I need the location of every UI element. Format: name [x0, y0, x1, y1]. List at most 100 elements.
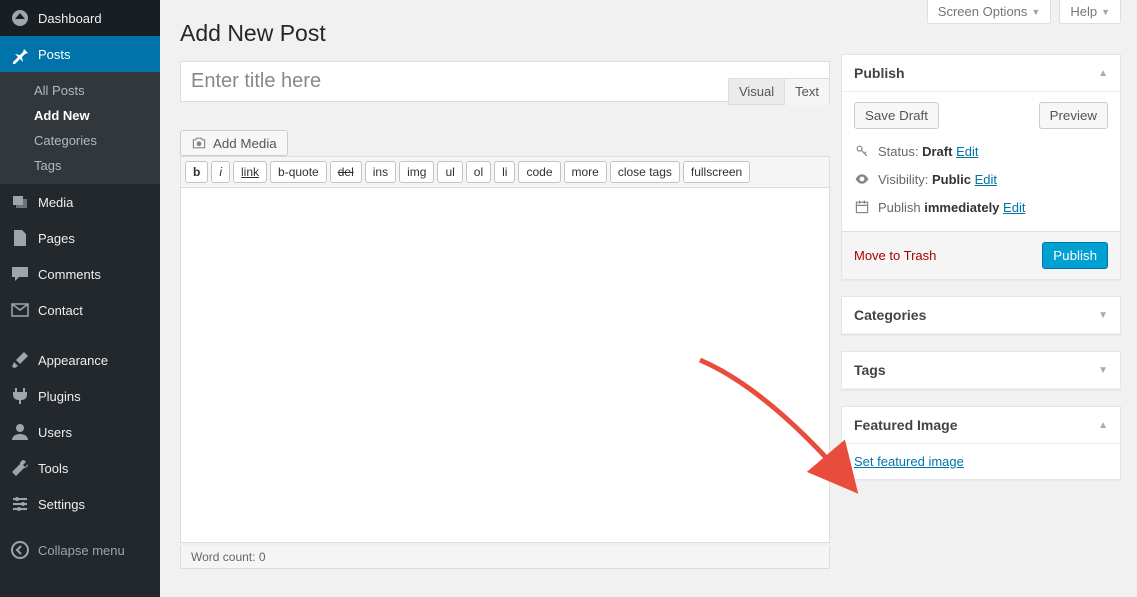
menu-dashboard[interactable]: Dashboard — [0, 0, 160, 36]
menu-posts[interactable]: Posts — [0, 36, 160, 72]
menu-tools[interactable]: Tools — [0, 450, 160, 486]
qt-code[interactable]: code — [518, 161, 560, 183]
submenu-add-new[interactable]: Add New — [0, 103, 160, 128]
submenu-categories[interactable]: Categories — [0, 128, 160, 153]
qt-italic[interactable]: i — [211, 161, 230, 183]
qt-del[interactable]: del — [330, 161, 362, 183]
menu-label: Contact — [38, 303, 83, 318]
submenu-all-posts[interactable]: All Posts — [0, 78, 160, 103]
qt-ol[interactable]: ol — [466, 161, 491, 183]
menu-contact[interactable]: Contact — [0, 292, 160, 328]
tab-visual[interactable]: Visual — [728, 78, 785, 105]
collapse-menu[interactable]: Collapse menu — [0, 532, 160, 568]
set-featured-image-link[interactable]: Set featured image — [854, 454, 964, 469]
submenu-tags[interactable]: Tags — [0, 153, 160, 178]
help-label: Help — [1070, 4, 1097, 19]
editor-mode-tabs: Visual Text — [728, 78, 830, 105]
categories-box: Categories ▼ — [841, 296, 1121, 335]
menu-label: Appearance — [38, 353, 108, 368]
add-media-label: Add Media — [213, 136, 277, 151]
toggle-down-icon: ▼ — [1098, 365, 1108, 376]
status-row: Status: Draft Edit — [854, 137, 1108, 165]
menu-appearance[interactable]: Appearance — [0, 342, 160, 378]
menu-label: Plugins — [38, 389, 81, 404]
brush-icon — [10, 350, 30, 370]
edit-schedule-link[interactable]: Edit — [1003, 200, 1025, 215]
mail-icon — [10, 300, 30, 320]
qt-more[interactable]: more — [564, 161, 607, 183]
tags-heading[interactable]: Tags ▼ — [842, 352, 1120, 389]
menu-media[interactable]: Media — [0, 184, 160, 220]
edit-visibility-link[interactable]: Edit — [975, 172, 997, 187]
publish-button[interactable]: Publish — [1042, 242, 1108, 269]
qt-bquote[interactable]: b-quote — [270, 161, 327, 183]
menu-label: Tools — [38, 461, 68, 476]
media-icon — [10, 192, 30, 212]
tags-box: Tags ▼ — [841, 351, 1121, 390]
qt-bold[interactable]: b — [185, 161, 208, 183]
preview-button[interactable]: Preview — [1039, 102, 1108, 129]
menu-label: Posts — [38, 47, 71, 62]
chevron-down-icon: ▼ — [1101, 7, 1110, 17]
qt-closetags[interactable]: close tags — [610, 161, 680, 183]
toggle-up-icon: ▲ — [1098, 420, 1108, 431]
toggle-up-icon: ▲ — [1098, 68, 1108, 79]
camera-icon — [191, 135, 207, 151]
wordcount-label: Word count: — [191, 550, 255, 564]
add-media-button[interactable]: Add Media — [180, 130, 288, 156]
featured-heading[interactable]: Featured Image ▲ — [842, 407, 1120, 444]
chevron-down-icon: ▼ — [1031, 7, 1040, 17]
calendar-icon — [854, 199, 870, 215]
wrench-icon — [10, 458, 30, 478]
quicktags-toolbar: b i link b-quote del ins img ul ol li co… — [180, 156, 830, 188]
sliders-icon — [10, 494, 30, 514]
visibility-row: Visibility: Public Edit — [854, 165, 1108, 193]
toggle-down-icon: ▼ — [1098, 310, 1108, 321]
menu-label: Media — [38, 195, 73, 210]
page-title: Add New Post — [180, 20, 1117, 47]
pin-icon — [10, 44, 30, 64]
menu-comments[interactable]: Comments — [0, 256, 160, 292]
categories-heading-label: Categories — [854, 307, 926, 323]
collapse-label: Collapse menu — [38, 543, 125, 558]
menu-label: Dashboard — [38, 11, 102, 26]
dashboard-icon — [10, 8, 30, 28]
publish-heading[interactable]: Publish ▲ — [842, 55, 1120, 92]
pages-icon — [10, 228, 30, 248]
menu-pages[interactable]: Pages — [0, 220, 160, 256]
eye-icon — [854, 171, 870, 187]
move-to-trash-link[interactable]: Move to Trash — [854, 248, 936, 263]
menu-users[interactable]: Users — [0, 414, 160, 450]
edit-status-link[interactable]: Edit — [956, 144, 978, 159]
qt-ins[interactable]: ins — [365, 161, 396, 183]
qt-ul[interactable]: ul — [437, 161, 462, 183]
qt-li[interactable]: li — [494, 161, 515, 183]
screen-options-label: Screen Options — [938, 4, 1028, 19]
menu-label: Users — [38, 425, 72, 440]
wordcount-value: 0 — [259, 550, 266, 564]
menu-plugins[interactable]: Plugins — [0, 378, 160, 414]
qt-fullscreen[interactable]: fullscreen — [683, 161, 750, 183]
qt-img[interactable]: img — [399, 161, 434, 183]
publish-box: Publish ▲ Save Draft Preview Status: Dra… — [841, 54, 1121, 280]
admin-sidebar: Dashboard Posts All Posts Add New Catego… — [0, 0, 160, 597]
schedule-row: Publish immediately Edit — [854, 193, 1108, 221]
publish-heading-label: Publish — [854, 65, 905, 81]
menu-settings[interactable]: Settings — [0, 486, 160, 522]
featured-heading-label: Featured Image — [854, 417, 957, 433]
post-content-textarea[interactable] — [180, 188, 830, 543]
tab-text[interactable]: Text — [785, 78, 830, 105]
tags-heading-label: Tags — [854, 362, 886, 378]
comments-icon — [10, 264, 30, 284]
user-icon — [10, 422, 30, 442]
menu-label: Settings — [38, 497, 85, 512]
key-icon — [854, 143, 870, 159]
featured-image-box: Featured Image ▲ Set featured image — [841, 406, 1121, 480]
collapse-icon — [10, 540, 30, 560]
menu-label: Comments — [38, 267, 101, 282]
qt-link[interactable]: link — [233, 161, 267, 183]
posts-submenu: All Posts Add New Categories Tags — [0, 72, 160, 184]
menu-label: Pages — [38, 231, 75, 246]
save-draft-button[interactable]: Save Draft — [854, 102, 939, 129]
categories-heading[interactable]: Categories ▼ — [842, 297, 1120, 334]
